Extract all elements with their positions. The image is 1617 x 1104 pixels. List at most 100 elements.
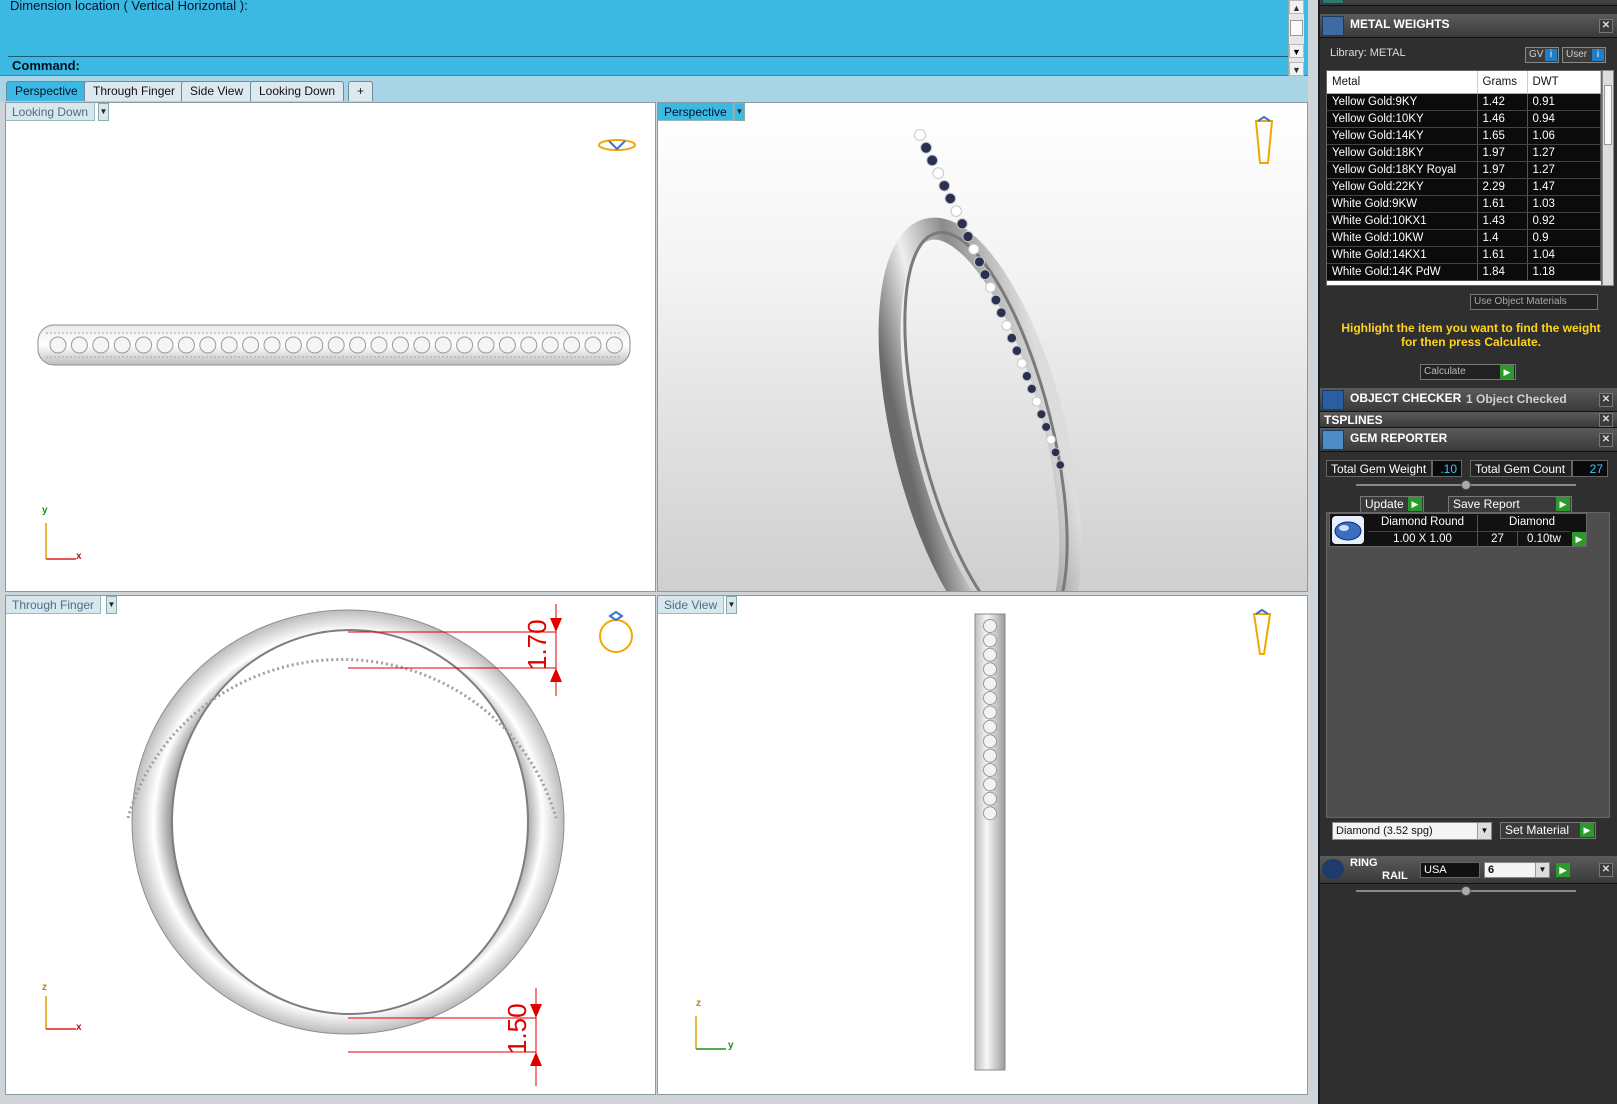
table-header-row: Metal Grams DWT [1327,71,1601,94]
metal-name-cell: Yellow Gold:10KY [1327,110,1478,128]
command-prompt[interactable]: Command: [12,58,80,73]
dwt-cell: 0.92 [1527,212,1601,230]
diamond-stone [985,281,997,293]
diamond-round-icon [1332,516,1364,544]
info-icon: i [1545,49,1557,61]
viewport-through-finger[interactable]: Through Finger ▼ 1.70 1.50 z x [5,595,656,1095]
save-report-button[interactable]: Save Report ▶ [1448,496,1572,513]
diamond-stone [1016,358,1028,369]
scroll-down-arrow-icon[interactable]: ▼ [1289,44,1304,58]
add-tab-button[interactable]: + [348,81,374,101]
grams-cell: 1.43 [1477,212,1528,230]
table-row[interactable]: Yellow Gold:14KY 1.65 1.06 [1327,127,1601,145]
diamond-stone [932,167,945,179]
viewport-side-view[interactable]: Side View ▼ z y [657,595,1308,1095]
metal-weights-header[interactable]: METAL WEIGHTS ✕ [1320,14,1617,38]
plugin-side-panel: METAL WEIGHTS ✕ Library: METAL GV i User i… [1318,0,1617,1104]
ring-size-standard[interactable]: USA [1420,862,1480,878]
metal-table-scrollbar[interactable] [1602,70,1614,286]
viewport-perspective[interactable]: Perspective ▼ [657,102,1308,592]
table-row[interactable]: Yellow Gold:18KY Royal 1.97 1.27 [1327,161,1601,179]
command-area: Dimension location ( Vertical Horizontal… [0,0,1308,76]
scroll-down-arrow-icon[interactable]: ▼ [1289,62,1304,76]
viewport-looking-down[interactable]: Looking Down ▼ y x [5,102,656,592]
ring-size-select[interactable]: 6 ▼ [1484,862,1550,878]
gem-material: Diamond [1508,516,1556,528]
save-report-label: Save Report [1453,497,1520,511]
close-icon[interactable]: ✕ [1599,19,1613,33]
panel-resize-handle[interactable] [1461,886,1471,896]
diamond-stone [956,218,968,230]
user-button[interactable]: User i [1562,47,1606,63]
dwt-cell: 1.04 [1527,246,1601,264]
table-row[interactable]: Yellow Gold:18KY 1.97 1.27 [1327,144,1601,162]
command-history: Dimension location ( Vertical Horizontal… [10,0,248,13]
play-icon[interactable]: ▶ [1572,532,1586,546]
calculate-button[interactable]: Calculate ▶ [1420,364,1516,380]
total-gem-count-value: 27 [1572,460,1608,477]
gem-list[interactable]: Diamond Round Diamond 1.00 X 1.00 27 0.1… [1326,512,1610,818]
gem-reporter-header[interactable]: GEM REPORTER ✕ [1320,428,1617,452]
table-row[interactable]: Yellow Gold:9KY 1.42 0.91 [1327,93,1601,111]
gem-bead [242,336,260,354]
column-header-grams[interactable]: Grams [1477,71,1528,94]
tsplines-header[interactable]: TSPLINES ✕ [1320,412,1617,428]
panel-resize-handle[interactable] [1461,480,1471,490]
metal-weights-table[interactable]: Metal Grams DWT Yellow Gold:9KY 1.42 0.91 Y… [1326,70,1602,286]
gv-button[interactable]: GV i [1525,47,1559,63]
table-row[interactable]: White Gold:14KX1 1.61 1.04 [1327,246,1601,264]
set-material-button[interactable]: Set Material ▶ [1500,822,1596,839]
gem-bead [177,336,195,354]
gem-bead [983,719,997,734]
update-button[interactable]: Update ▶ [1360,496,1424,513]
metal-name-cell: White Gold:9KW [1327,195,1478,213]
scroll-up-arrow-icon[interactable]: ▲ [1289,0,1304,14]
tab-side-view[interactable]: Side View [181,81,253,101]
metal-name-cell: Yellow Gold:18KY Royal [1327,161,1478,179]
table-row[interactable]: Yellow Gold:22KY 2.29 1.47 [1327,178,1601,196]
table-row[interactable]: Yellow Gold:10KY 1.46 0.94 [1327,110,1601,128]
close-icon[interactable]: ✕ [1599,433,1613,447]
gem-bead [327,336,345,354]
material-select[interactable]: Diamond (3.52 spg) ▼ [1332,822,1492,840]
ring-top-view [37,139,636,560]
scroll-thumb[interactable] [1290,20,1303,36]
ring-rail-title: RING [1350,857,1378,869]
diamond-stone [973,256,985,268]
chevron-down-icon: ▼ [1535,863,1549,877]
table-row[interactable]: White Gold:10KX1 1.43 0.92 [1327,212,1601,230]
tab-perspective[interactable]: Perspective [6,81,87,101]
close-icon[interactable]: ✕ [1599,863,1613,877]
ring-rail-header[interactable]: RING RAIL USA 6 ▼ ▶ ✕ [1320,856,1617,884]
table-row[interactable]: White Gold:14K PdW 1.84 1.18 [1327,263,1601,281]
list-item[interactable]: Diamond Round Diamond 1.00 X 1.00 27 0.1… [1329,513,1587,547]
metal-name-cell: Yellow Gold:22KY [1327,178,1478,196]
ring-rail-icon [1322,859,1344,879]
grams-cell: 1.61 [1477,195,1528,213]
command-scrollbar[interactable]: ▲ ▼ ▼ [1288,0,1304,76]
tab-through-finger[interactable]: Through Finger [84,81,185,101]
dwt-cell: 1.47 [1527,178,1601,196]
use-object-materials-checkbox[interactable]: Use Object Materials [1470,294,1598,310]
gem-bead [70,336,88,354]
tab-looking-down[interactable]: Looking Down [250,81,345,101]
diamond-stone [1041,421,1052,432]
gem-bead [263,336,281,354]
object-checker-header[interactable]: OBJECT CHECKER 1 Object Checked ✕ [1320,388,1617,412]
play-icon[interactable]: ▶ [1556,863,1570,877]
grams-cell: 1.4 [1477,229,1528,247]
gem-bead [370,336,388,354]
column-header-metal[interactable]: Metal [1327,71,1478,94]
metal-name-cell: Yellow Gold:9KY [1327,93,1478,111]
close-icon[interactable]: ✕ [1599,413,1613,427]
gem-bead [156,336,174,354]
table-row[interactable]: White Gold:10KW 1.4 0.9 [1327,229,1601,247]
table-row[interactable]: White Gold:9KW 1.61 1.03 [1327,195,1601,213]
play-icon: ▶ [1408,497,1422,511]
use-object-materials-label: Use Object Materials [1474,296,1567,307]
scroll-thumb[interactable] [1604,85,1612,145]
close-icon[interactable]: ✕ [1599,393,1613,407]
column-header-dwt[interactable]: DWT [1527,71,1601,94]
grams-cell: 1.97 [1477,161,1528,179]
collapsed-panel-header[interactable] [1320,0,1617,6]
